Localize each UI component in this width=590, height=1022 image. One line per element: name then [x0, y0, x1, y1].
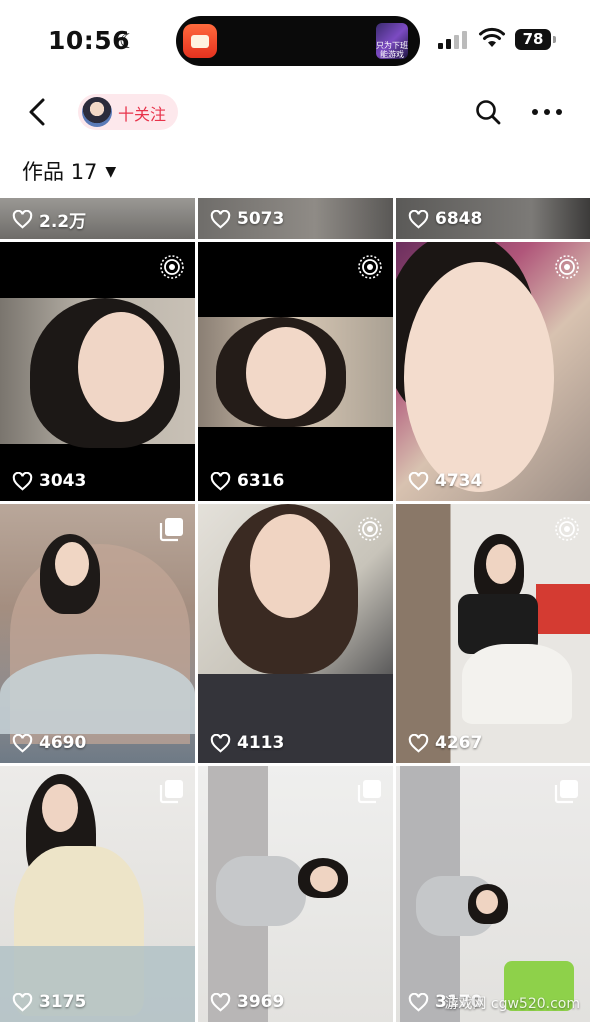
like-count: 3175 [12, 990, 86, 1014]
post-tile[interactable]: 4734 [396, 242, 590, 501]
like-count: 2.2万 [12, 207, 86, 232]
like-count: 4113 [210, 731, 284, 755]
photo [404, 262, 554, 492]
like-count: 4267 [408, 731, 482, 755]
post-tile[interactable]: 6848 [396, 198, 590, 239]
search-icon[interactable] [474, 98, 502, 126]
works-count: 17 [70, 160, 98, 184]
live-photo-icon [160, 255, 184, 279]
gallery-icon [554, 780, 578, 804]
more-icon[interactable] [530, 100, 564, 124]
post-tile[interactable]: 6316 [198, 242, 393, 501]
live-photo-icon [358, 517, 382, 541]
like-count: 4734 [408, 469, 482, 493]
photo [486, 544, 516, 584]
post-tile[interactable]: 4113 [198, 504, 393, 763]
post-tile[interactable]: 5073 [198, 198, 393, 239]
follow-button[interactable]: 十关注 [78, 94, 178, 130]
heart-icon [210, 992, 231, 1012]
like-count: 3969 [210, 990, 284, 1014]
gallery-icon [159, 518, 183, 542]
like-count: 3043 [12, 469, 86, 493]
battery-indicator: 78 [515, 29, 556, 50]
live-photo-icon [358, 255, 382, 279]
heart-icon [12, 992, 33, 1012]
gallery-icon [159, 780, 183, 804]
photo [55, 542, 89, 586]
watermark: 游戏网 cgw520.com [444, 996, 580, 1012]
heart-icon [12, 471, 33, 491]
moon-icon: ☾ [119, 29, 137, 53]
island-thumbnail: 只为下班 能游戏 [376, 23, 408, 59]
like-count: 4690 [12, 731, 86, 755]
like-count: 5073 [210, 207, 284, 231]
photo [42, 784, 78, 832]
post-tile[interactable]: 3969 [198, 766, 393, 1022]
heart-icon [408, 992, 429, 1012]
photo [250, 514, 330, 618]
avatar [82, 97, 112, 127]
back-icon[interactable] [24, 96, 50, 128]
heart-icon [12, 733, 33, 753]
like-count: 6848 [408, 207, 482, 231]
follow-label: 十关注 [118, 105, 167, 124]
gallery-icon [357, 780, 381, 804]
post-tile[interactable]: 4690 [0, 504, 195, 763]
photo [310, 866, 338, 892]
app-icon [183, 24, 217, 58]
photo [0, 298, 195, 448]
live-photo-icon [555, 517, 579, 541]
signal-icon [438, 31, 468, 49]
post-tile[interactable]: 3175 [0, 766, 195, 1022]
nav-bar: 十关注 [0, 84, 590, 140]
heart-icon [12, 209, 33, 229]
heart-icon [408, 733, 429, 753]
heart-icon [408, 471, 429, 491]
photo [476, 890, 498, 914]
works-filter[interactable]: 作品 17 ▼ [22, 156, 116, 186]
wifi-icon [479, 27, 505, 47]
heart-icon [408, 209, 429, 229]
works-label: 作品 [22, 160, 64, 184]
post-tile[interactable]: 2.2万 [0, 198, 195, 239]
heart-icon [210, 471, 231, 491]
post-grid: 2.2万 5073 6848 3043 6316 4734 4690 4113 … [0, 198, 590, 1022]
heart-icon [210, 733, 231, 753]
live-photo-icon [555, 255, 579, 279]
post-tile[interactable]: 3170 游戏网 cgw520.com [396, 766, 590, 1022]
status-bar: 10:56 ☾ 只为下班 能游戏 78 [0, 0, 590, 80]
caret-down-icon: ▼ [105, 164, 117, 180]
post-tile[interactable]: 4267 [396, 504, 590, 763]
heart-icon [210, 209, 231, 229]
post-tile[interactable]: 3043 [0, 242, 195, 501]
dynamic-island[interactable]: 只为下班 能游戏 [176, 16, 420, 66]
status-time: 10:56 [48, 26, 131, 55]
like-count: 6316 [210, 469, 284, 493]
photo [198, 317, 393, 427]
